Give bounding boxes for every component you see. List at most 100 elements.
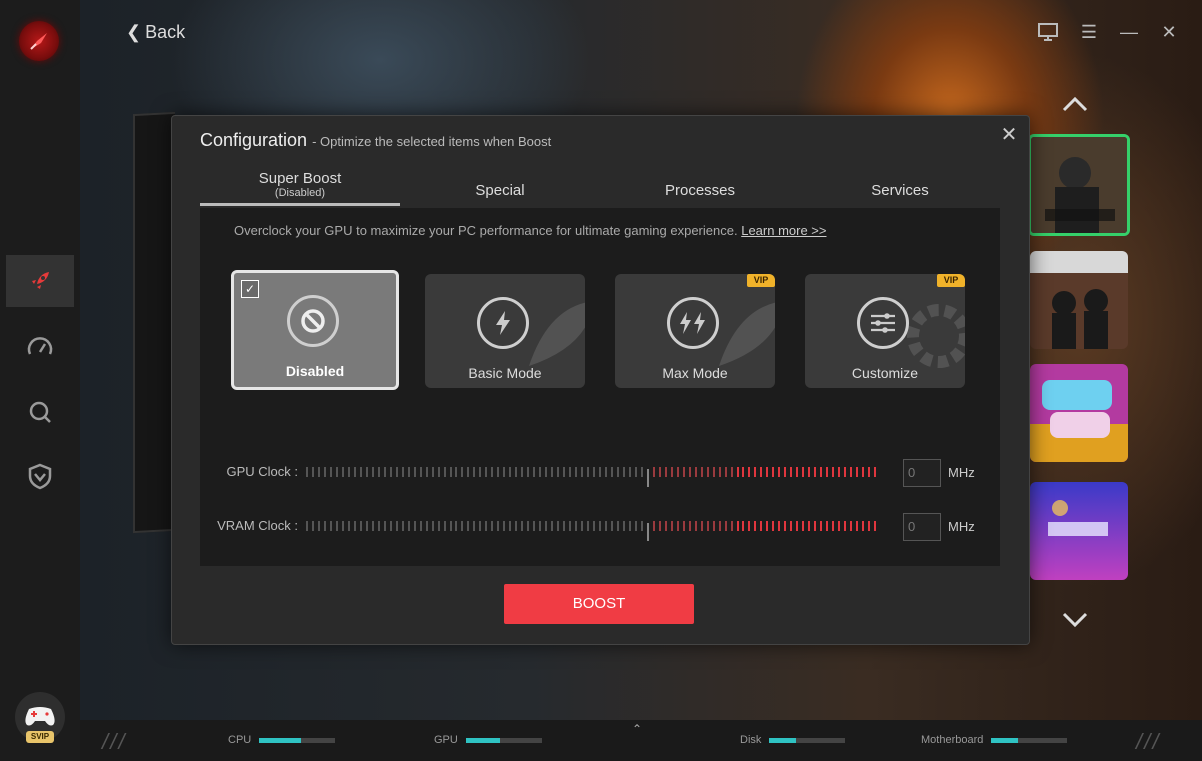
minimize-icon[interactable]: —: [1117, 20, 1141, 44]
gpu-clock-input[interactable]: 0: [903, 459, 941, 487]
slider-tick: [838, 467, 841, 477]
slider-tick: [335, 467, 338, 477]
disk-status: Disk: [740, 734, 846, 746]
slider-tick: [760, 467, 763, 477]
slider-tick: [628, 467, 631, 477]
slider-tick: [521, 467, 524, 477]
slider-tick: [497, 467, 500, 477]
sidebar-item-scan[interactable]: [6, 386, 74, 438]
slider-label: GPU Clock :: [226, 464, 298, 479]
slider-tick: [539, 521, 542, 531]
slider-tick: [634, 467, 637, 477]
slider-tick: [652, 467, 655, 477]
speedometer-icon: [27, 337, 53, 355]
sidebar-item-speedometer[interactable]: [6, 322, 74, 374]
slider-tick: [593, 467, 595, 477]
lightning-icon: [477, 297, 529, 349]
vram-clock-row: VRAM Clock : 0 MHz: [200, 512, 1000, 542]
slider-tick: [694, 521, 697, 531]
slider-tick: [742, 521, 745, 531]
slider-tick: [862, 467, 865, 477]
tab-services[interactable]: Services: [800, 166, 1000, 206]
mode-basic-card[interactable]: Basic Mode: [425, 274, 585, 388]
tab-processes[interactable]: Processes: [600, 166, 800, 206]
slider-tick: [640, 521, 643, 531]
motherboard-meter: [991, 737, 1068, 743]
slider-tick: [832, 467, 835, 477]
slider-tick: [371, 521, 374, 531]
slider-tick: [311, 467, 314, 477]
sidebar-item-security[interactable]: [6, 450, 74, 502]
app-logo[interactable]: [19, 21, 59, 61]
slider-tick: [449, 521, 452, 531]
gpu-clock-slider[interactable]: [306, 467, 880, 487]
slider-tick: [634, 521, 637, 531]
slider-tick: [622, 467, 625, 477]
slider-tick: [730, 521, 733, 531]
slider-tick: [383, 521, 386, 531]
slider-tick: [317, 521, 320, 531]
slider-tick: [383, 467, 386, 477]
slider-tick: [479, 521, 482, 531]
slider-tick: [413, 521, 416, 531]
sidebar-item-boost[interactable]: [6, 255, 74, 307]
vip-badge: VIP: [747, 274, 775, 287]
vram-clock-slider[interactable]: [306, 521, 880, 541]
mode-disabled-card[interactable]: ✓ Disabled: [231, 270, 399, 390]
slider-tick: [706, 521, 709, 531]
tab-special[interactable]: Special: [400, 166, 600, 206]
slider-tick: [503, 467, 506, 477]
boost-button[interactable]: BOOST: [504, 584, 694, 624]
learn-more-link[interactable]: Learn more >>: [741, 223, 826, 238]
slider-tick: [545, 521, 548, 531]
close-window-icon[interactable]: ✕: [1157, 20, 1181, 44]
slider-tick: [467, 467, 470, 477]
slider-tick: [329, 521, 332, 531]
slider-tick: [323, 521, 326, 531]
slider-tick: [844, 467, 847, 477]
slider-tick: [760, 521, 763, 531]
rocket-icon: [32, 272, 49, 289]
game-tile[interactable]: [1030, 364, 1128, 462]
game-tile[interactable]: [1030, 251, 1128, 349]
close-dialog-button[interactable]: ✕: [999, 125, 1019, 145]
slider-tick: [503, 521, 506, 531]
slider-tick: [748, 467, 751, 477]
slider-tick: [377, 521, 380, 531]
slider-tick: [640, 467, 643, 477]
expand-chevron-icon[interactable]: ⌃: [632, 722, 642, 736]
slider-tick: [581, 521, 584, 531]
checkbox-checked-icon[interactable]: ✓: [241, 280, 259, 298]
slider-tick: [622, 521, 625, 531]
scroll-down-button[interactable]: [1062, 612, 1088, 633]
game-tile[interactable]: [1028, 134, 1130, 236]
slider-tick: [772, 467, 775, 477]
slider-tick: [724, 467, 727, 477]
svip-badge: SVIP: [26, 731, 54, 743]
slider-tick: [401, 467, 404, 477]
gpu-status: GPU: [434, 734, 542, 746]
slider-tick: [802, 467, 805, 477]
slider-tick: [820, 467, 823, 477]
slider-tick: [557, 521, 560, 531]
mode-customize-card[interactable]: VIP Customize: [805, 274, 965, 388]
game-tile[interactable]: [1030, 482, 1128, 580]
tab-super-boost[interactable]: Super Boost (Disabled): [200, 166, 400, 206]
slider-tick: [491, 521, 494, 531]
back-button[interactable]: ❮ Back: [126, 22, 185, 43]
menu-icon[interactable]: ☰: [1077, 20, 1101, 44]
slider-tick: [790, 521, 793, 531]
slider-tick: [742, 467, 745, 477]
monitor-icon[interactable]: [1036, 20, 1060, 44]
slider-tick: [335, 521, 338, 531]
mode-label: Max Mode: [662, 365, 728, 381]
disk-meter: [769, 737, 846, 743]
slider-tick: [784, 521, 787, 531]
slider-tick: [784, 467, 787, 477]
slider-tick: [395, 521, 398, 531]
description: Overclock your GPU to maximize your PC p…: [234, 223, 827, 238]
mode-max-card[interactable]: VIP Max Mode: [615, 274, 775, 388]
vram-clock-input[interactable]: 0: [903, 513, 941, 541]
slider-tick: [455, 521, 458, 531]
scroll-up-button[interactable]: [1062, 96, 1088, 117]
